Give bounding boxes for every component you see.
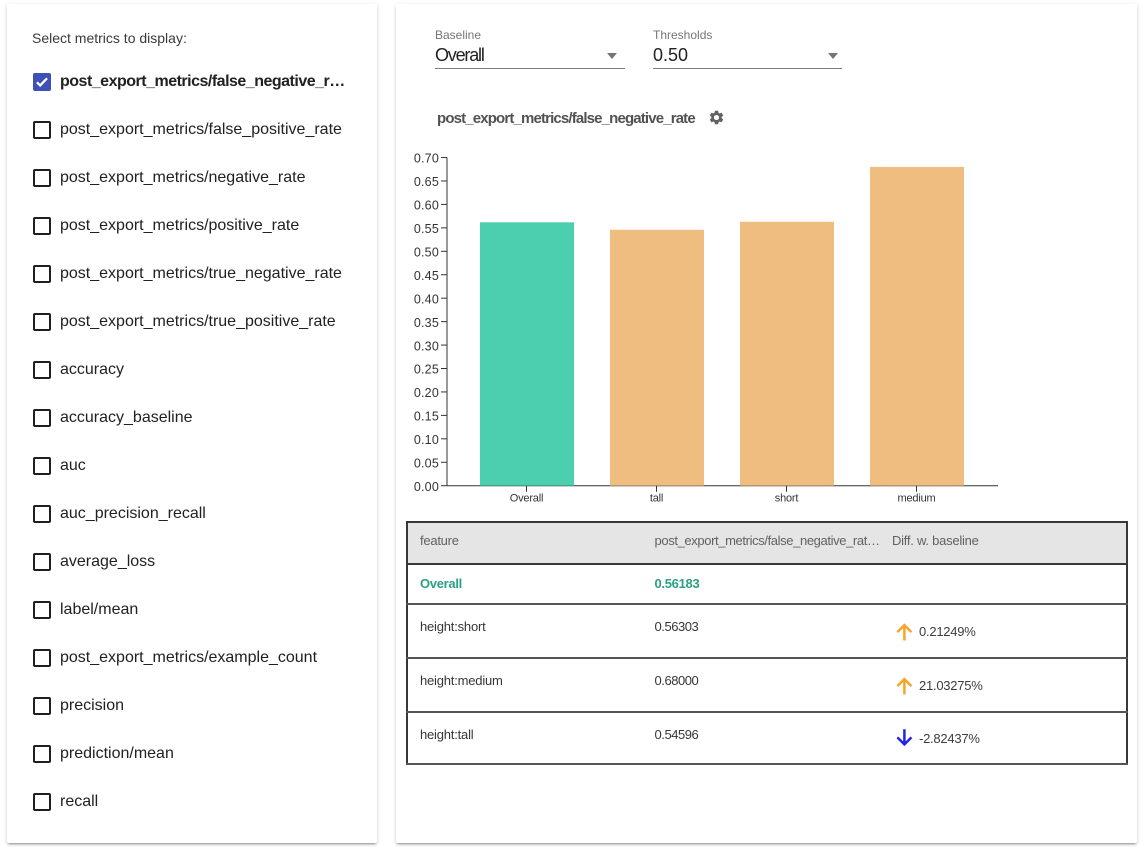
svg-text:0.15: 0.15 (414, 410, 439, 424)
svg-text:0.55: 0.55 (414, 222, 439, 236)
svg-text:0.05: 0.05 (414, 456, 439, 470)
svg-text:short: short (775, 493, 799, 505)
svg-text:tall: tall (650, 493, 663, 505)
svg-text:0.30: 0.30 (414, 339, 439, 353)
svg-text:0.35: 0.35 (414, 316, 439, 330)
svg-text:0.50: 0.50 (414, 246, 439, 260)
svg-text:medium: medium (898, 493, 936, 505)
svg-text:0.70: 0.70 (414, 152, 439, 166)
svg-text:0.65: 0.65 (414, 175, 439, 189)
svg-text:0.20: 0.20 (414, 386, 439, 400)
svg-text:0.40: 0.40 (414, 292, 439, 306)
svg-text:Overall: Overall (510, 493, 543, 505)
svg-text:0.45: 0.45 (414, 269, 439, 283)
svg-text:0.10: 0.10 (414, 433, 439, 447)
svg-text:0.00: 0.00 (414, 480, 439, 494)
svg-text:0.60: 0.60 (414, 199, 439, 213)
svg-text:0.25: 0.25 (414, 363, 439, 377)
